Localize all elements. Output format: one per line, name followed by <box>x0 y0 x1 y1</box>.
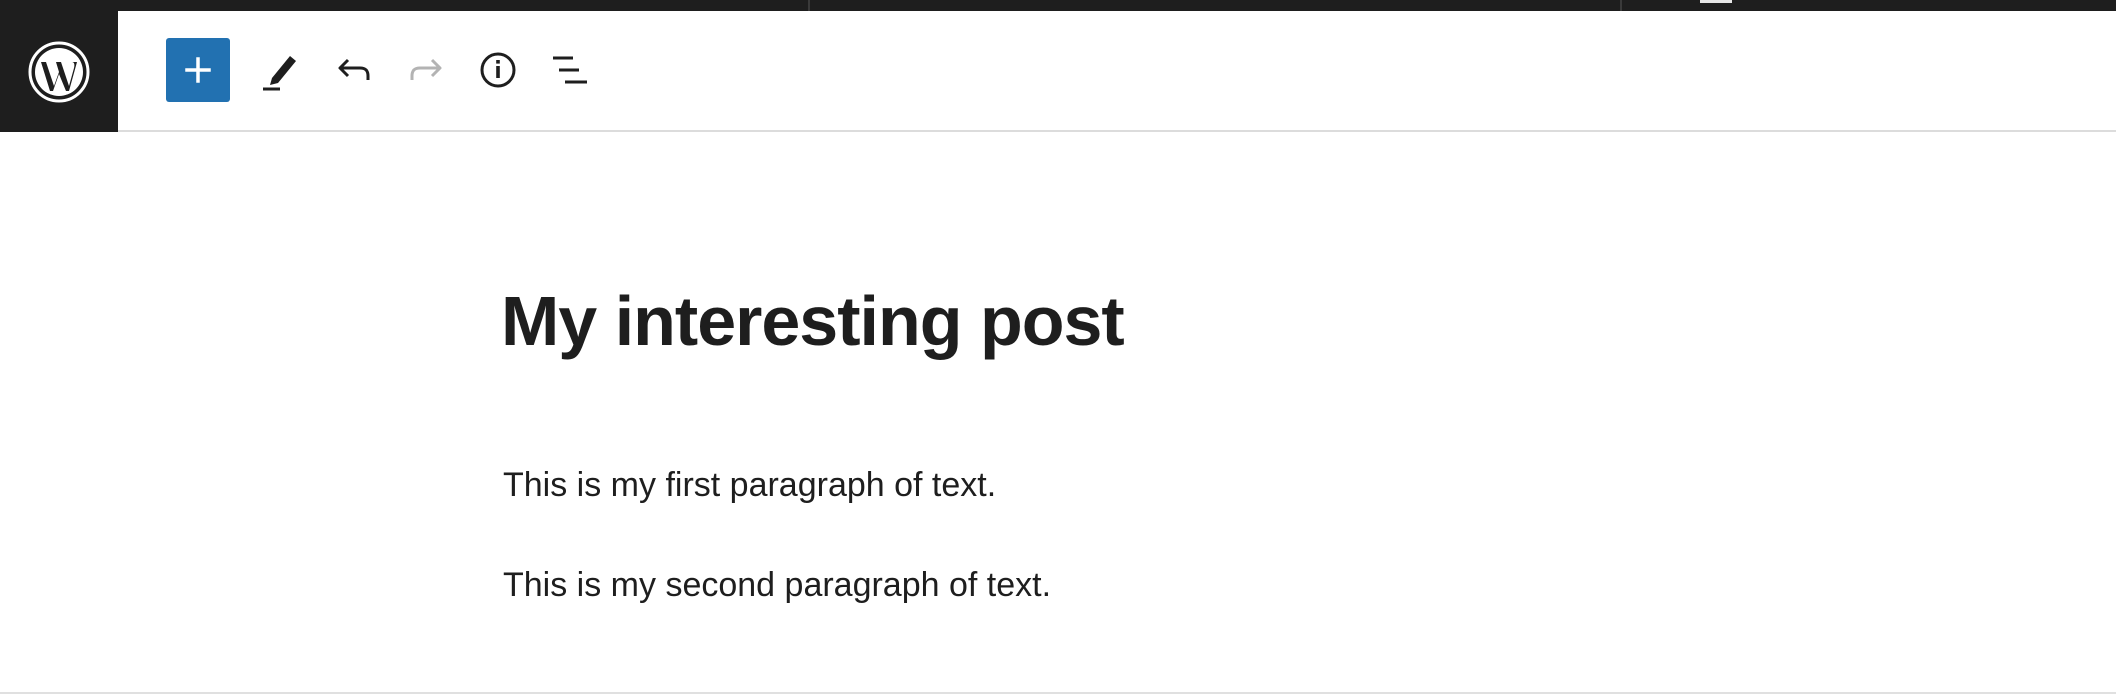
editor-canvas: My interesting post This is my first par… <box>0 134 2116 692</box>
list-view-icon <box>553 56 587 84</box>
undo-button[interactable] <box>322 38 386 102</box>
redo-button[interactable] <box>394 38 458 102</box>
pencil-icon <box>263 56 296 91</box>
wordpress-logo-button[interactable] <box>0 11 118 132</box>
paragraph-block[interactable]: This is my second paragraph of text. <box>503 566 1051 604</box>
details-button[interactable] <box>466 38 530 102</box>
post-title[interactable]: My interesting post <box>501 286 1125 356</box>
info-icon <box>480 52 516 88</box>
editor-toolbar <box>0 11 2116 132</box>
bottom-divider <box>0 692 2116 694</box>
strip-divider <box>808 0 810 11</box>
redo-icon <box>410 58 442 80</box>
plus-icon <box>185 57 211 83</box>
list-view-button[interactable] <box>538 38 602 102</box>
add-block-button[interactable] <box>166 38 230 102</box>
wordpress-logo-icon <box>28 41 90 102</box>
undo-icon <box>338 58 370 80</box>
strip-divider <box>1620 0 1622 11</box>
strip-tab <box>1700 0 1732 3</box>
paragraph-block[interactable]: This is my first paragraph of text. <box>503 466 996 504</box>
top-frame-strip <box>0 0 2116 11</box>
tools-button[interactable] <box>248 38 312 102</box>
